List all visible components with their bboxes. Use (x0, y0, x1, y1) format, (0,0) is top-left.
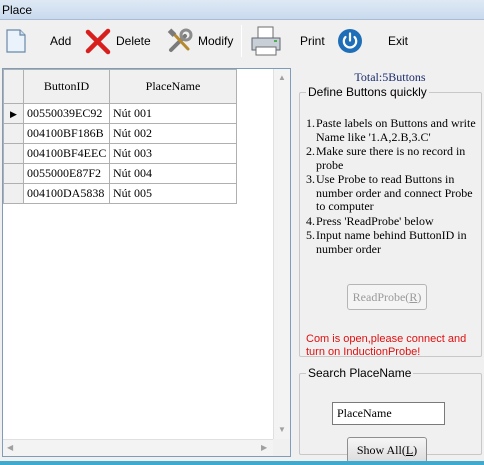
horizontal-scrollbar[interactable]: ◀ ▶ (3, 439, 273, 456)
exit-button[interactable]: Exit (388, 25, 408, 57)
document-icon (6, 29, 26, 53)
cell-placename[interactable]: Nút 002 (109, 123, 237, 144)
cell-buttonid[interactable]: 004100DA5838 (23, 183, 110, 204)
current-row-indicator: ▶ (3, 103, 24, 124)
power-icon (338, 29, 362, 53)
tools-icon (167, 28, 193, 52)
instruction-step: 3. Use Probe to read Buttons in number or… (306, 172, 473, 213)
cell-placename[interactable]: Nút 001 (109, 103, 237, 124)
scroll-right-icon[interactable]: ▶ (261, 443, 267, 452)
cell-buttonid[interactable]: 004100BF4EEC (23, 143, 110, 164)
row-selector (3, 163, 24, 184)
column-header-buttonid[interactable]: ButtonID (23, 69, 110, 104)
total-buttons-label: Total:5Buttons (354, 70, 426, 84)
instruction-step: 2. Make sure there is no record in probe (306, 144, 466, 172)
printer-button[interactable] (248, 25, 284, 57)
delete-button[interactable]: Delete (84, 25, 151, 57)
scroll-down-icon[interactable]: ▼ (278, 425, 286, 434)
grid-table: ButtonID PlaceName ▶ 00550039EC92 Nút 00… (3, 69, 237, 204)
title-bar: Place (0, 0, 484, 20)
exit-label: Exit (388, 34, 409, 48)
cell-buttonid[interactable]: 0055000E87F2 (23, 163, 110, 184)
grid-header-row: ButtonID PlaceName (3, 69, 237, 104)
delete-x-icon (85, 28, 111, 55)
scroll-up-icon[interactable]: ▲ (278, 73, 286, 82)
table-row[interactable]: 004100BF186B Nút 002 (3, 123, 237, 144)
print-label: Print (300, 34, 325, 48)
scrollbar-corner (273, 439, 290, 456)
cell-placename[interactable]: Nút 004 (109, 163, 237, 184)
exit-power-button[interactable] (337, 25, 363, 57)
show-all-button[interactable]: Show All(L) (347, 437, 427, 463)
row-header-corner (3, 69, 24, 104)
modify-label: Modify (198, 34, 234, 48)
search-placename-group: Search PlaceName PlaceName Show All(L) (299, 366, 482, 463)
delete-label: Delete (116, 34, 151, 48)
toolbar-separator (241, 25, 242, 57)
define-buttons-group: Define Buttons quickly 1. Paste labels on… (299, 85, 482, 358)
window-bottom-border (0, 461, 484, 465)
row-selector (3, 143, 24, 164)
column-header-placename[interactable]: PlaceName (109, 69, 237, 104)
define-buttons-legend: Define Buttons quickly (308, 85, 427, 99)
placename-search-input[interactable]: PlaceName (332, 402, 445, 425)
table-row[interactable]: 0055000E87F2 Nút 004 (3, 163, 237, 184)
cell-placename[interactable]: Nút 003 (109, 143, 237, 164)
new-document-button[interactable] (4, 25, 28, 57)
row-selector (3, 123, 24, 144)
cell-buttonid[interactable]: 00550039EC92 (23, 103, 110, 124)
print-button[interactable]: Print (300, 25, 325, 57)
table-row[interactable]: 004100DA5838 Nút 005 (3, 183, 237, 204)
button-grid[interactable]: ButtonID PlaceName ▶ 00550039EC92 Nút 00… (2, 68, 291, 457)
instruction-step: 4. Press 'ReadProbe' below (306, 213, 434, 228)
readprobe-button[interactable]: ReadProbe(R) (347, 284, 427, 310)
vertical-scrollbar[interactable]: ▲ ▼ (273, 69, 290, 439)
table-row[interactable]: ▶ 00550039EC92 Nút 001 (3, 103, 237, 124)
modify-button[interactable]: Modify (166, 25, 233, 57)
com-status-message: Com is open,please connect and turn on I… (306, 333, 467, 358)
table-row[interactable]: 004100BF4EEC Nút 003 (3, 143, 237, 164)
cell-buttonid[interactable]: 004100BF186B (23, 123, 110, 144)
instruction-step: 1. Paste labels on Buttons and write Name… (306, 116, 476, 144)
printer-icon (251, 26, 281, 56)
scroll-left-icon[interactable]: ◀ (7, 443, 13, 452)
add-label: Add (50, 34, 72, 48)
cell-placename[interactable]: Nút 005 (109, 183, 237, 204)
instructions-list: 1. Paste labels on Buttons and write Name… (306, 116, 478, 257)
window-title: Place (2, 3, 33, 17)
search-placename-legend: Search PlaceName (308, 366, 412, 380)
row-selector (3, 183, 24, 204)
toolbar: Add Delete Modify Print Exit (0, 21, 484, 62)
add-button[interactable]: Add (50, 25, 71, 57)
instruction-step: 5. Input name behind ButtonID in number o… (306, 228, 467, 256)
